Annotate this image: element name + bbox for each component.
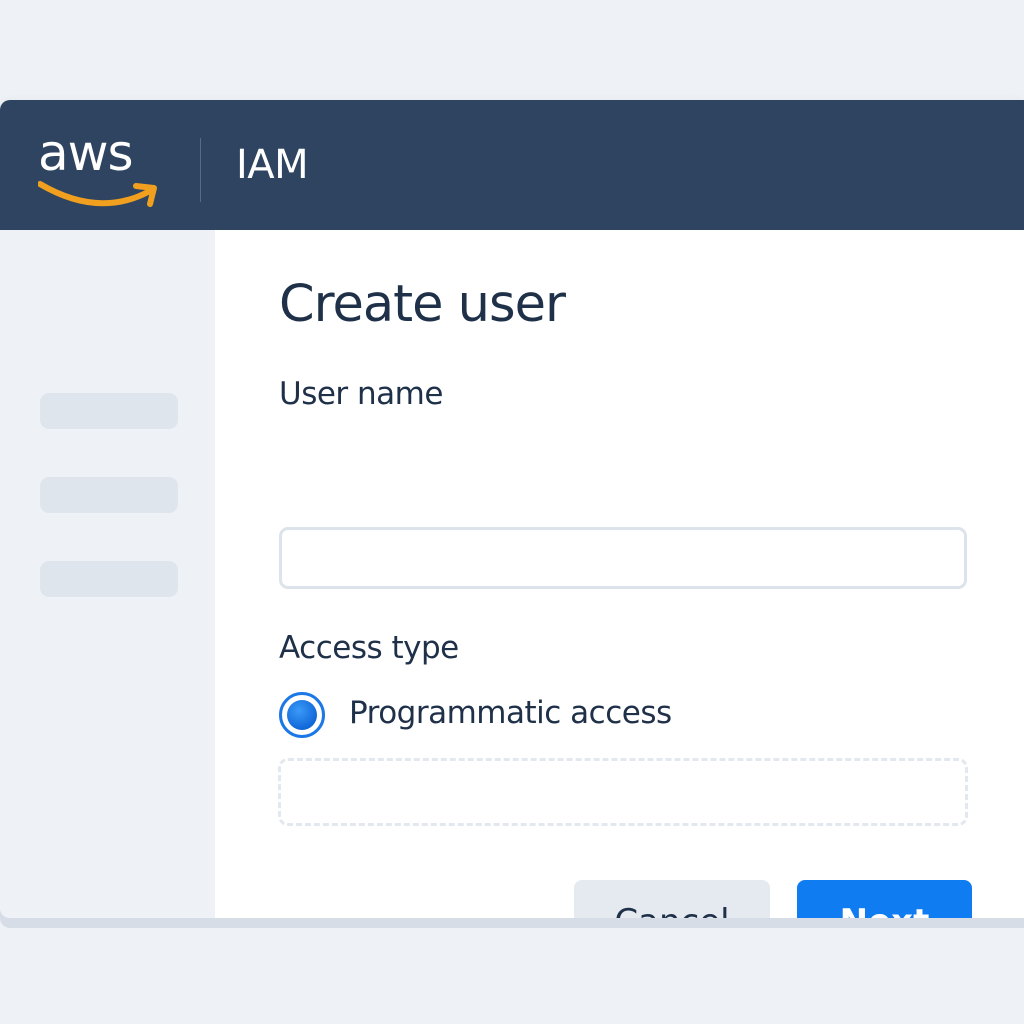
sidebar-item-placeholder[interactable] xyxy=(40,393,178,429)
sidebar xyxy=(0,230,215,918)
radio-selected-dot xyxy=(287,700,317,730)
user-name-label: User name xyxy=(279,376,443,412)
sidebar-item-placeholder[interactable] xyxy=(40,477,178,513)
service-name[interactable]: IAM xyxy=(236,142,309,188)
aws-logo[interactable]: aws xyxy=(38,126,162,214)
cancel-button[interactable]: Cancel xyxy=(574,880,770,918)
main-content: Create user User name Access type Progra… xyxy=(215,230,1024,918)
sidebar-item-placeholder[interactable] xyxy=(40,561,178,597)
empty-option-placeholder xyxy=(278,758,968,826)
user-name-input[interactable] xyxy=(279,527,967,589)
programmatic-access-radio[interactable] xyxy=(279,692,325,738)
console-window: aws IAM Create user User name Access typ… xyxy=(0,100,1024,918)
next-button[interactable]: Next xyxy=(797,880,972,918)
programmatic-access-label: Programmatic access xyxy=(349,695,672,731)
aws-smile-icon xyxy=(38,181,157,207)
header-divider xyxy=(200,138,201,202)
access-type-label: Access type xyxy=(279,630,459,666)
page-title: Create user xyxy=(279,275,566,334)
aws-logo-text: aws xyxy=(38,124,134,182)
top-navigation-bar: aws IAM xyxy=(0,100,1024,230)
programmatic-access-option[interactable]: Programmatic access xyxy=(279,692,779,740)
